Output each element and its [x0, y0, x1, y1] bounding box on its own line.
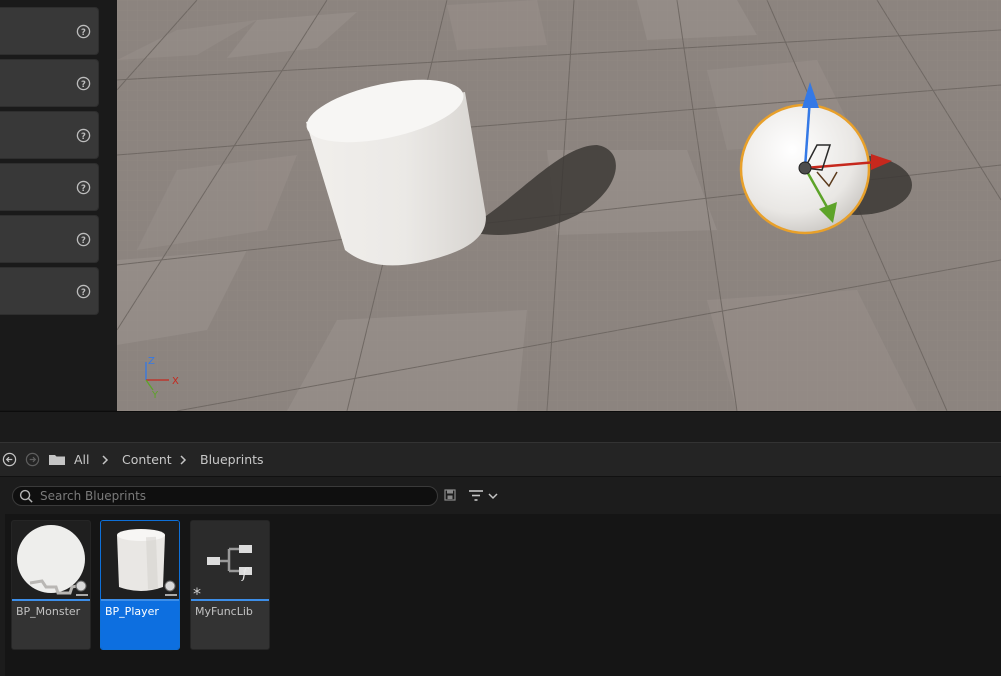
back-arrow-icon[interactable] [2, 452, 17, 467]
asset-thumbnail: f * [191, 521, 269, 599]
help-icon[interactable]: ? [76, 180, 91, 195]
asset-tile-bp-monster[interactable]: BP_Monster [11, 520, 91, 650]
svg-text:?: ? [81, 183, 86, 193]
filter-icon[interactable] [468, 489, 502, 503]
save-search-icon[interactable] [444, 489, 456, 501]
chevron-right-icon [180, 455, 187, 465]
breadcrumb-blueprints[interactable]: Blueprints [200, 452, 264, 468]
help-icon[interactable]: ? [76, 24, 91, 39]
details-row-4[interactable]: ? [0, 163, 99, 211]
asset-grid: BP_Monster BP_Player f * MyFuncLib [5, 514, 1001, 676]
asset-name: MyFuncLib [195, 605, 253, 618]
svg-text:?: ? [81, 235, 86, 245]
axis-label-z: Z [148, 356, 155, 367]
search-bar[interactable] [12, 486, 438, 506]
asset-tile-bp-player[interactable]: BP_Player [100, 520, 180, 650]
asset-thumbnail [101, 521, 179, 599]
breadcrumb-all[interactable]: All [74, 452, 90, 468]
asset-tile-myfunclib[interactable]: f * MyFuncLib [190, 520, 270, 650]
axis-label-x: X [172, 376, 179, 387]
path-bar: All Content Blueprints [0, 442, 1001, 477]
svg-text:?: ? [81, 131, 86, 141]
details-panel: ? ? ? ? ? ? [0, 0, 117, 410]
help-icon[interactable]: ? [76, 232, 91, 247]
search-input[interactable] [40, 488, 430, 504]
details-row-5[interactable]: ? [0, 215, 99, 263]
svg-text:?: ? [81, 79, 86, 89]
level-viewport[interactable]: Z X Y [117, 0, 1001, 411]
details-row-2[interactable]: ? [0, 59, 99, 107]
svg-text:?: ? [81, 27, 86, 37]
asset-thumbnail [12, 521, 90, 599]
asset-name: BP_Player [105, 605, 159, 618]
forward-arrow-icon[interactable] [25, 452, 40, 467]
asterisk-icon: * [193, 584, 201, 599]
panel-divider [0, 411, 1001, 443]
folder-icon[interactable] [48, 452, 66, 467]
help-icon[interactable]: ? [76, 284, 91, 299]
content-browser: All Content Blueprints BP_Monster [0, 442, 1001, 676]
asset-name: BP_Monster [16, 605, 81, 618]
details-row-3[interactable]: ? [0, 111, 99, 159]
search-icon [19, 489, 33, 503]
details-row-1[interactable]: ? [0, 7, 99, 55]
details-row-6[interactable]: ? [0, 267, 99, 315]
breadcrumb-content[interactable]: Content [122, 452, 172, 468]
viewport-scene[interactable]: Z X Y [117, 0, 1001, 411]
chevron-right-icon [102, 455, 109, 465]
help-icon[interactable]: ? [76, 76, 91, 91]
svg-text:?: ? [81, 287, 86, 297]
help-icon[interactable]: ? [76, 128, 91, 143]
axis-label-y: Y [151, 390, 159, 401]
